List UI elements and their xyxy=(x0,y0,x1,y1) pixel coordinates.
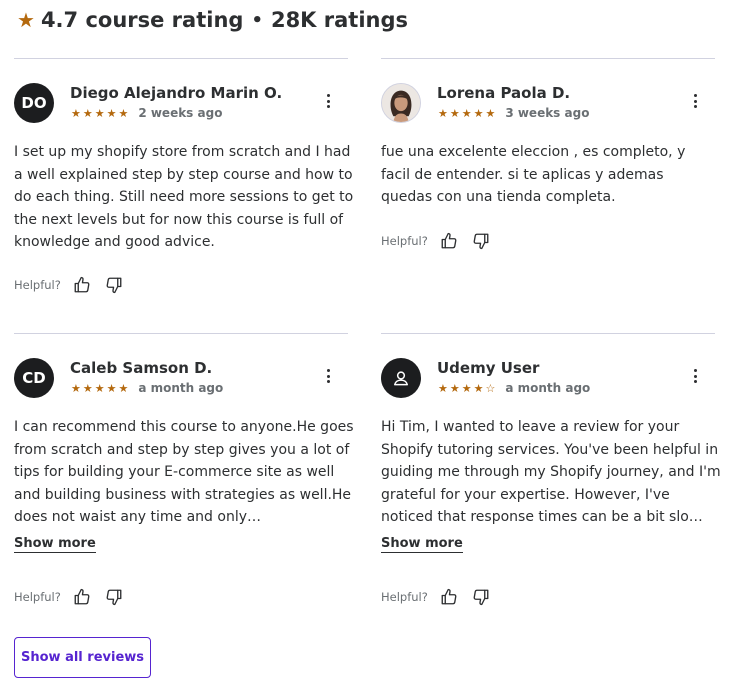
star-icon: ★ xyxy=(17,8,35,32)
avatar xyxy=(381,358,421,398)
helpful-label: Helpful? xyxy=(381,234,428,248)
more-options-icon[interactable] xyxy=(690,94,700,108)
thumbs-down-icon[interactable] xyxy=(103,586,125,608)
review-meta: ★★★★★ 3 weeks ago xyxy=(438,106,589,120)
star-rating: ★★★★★ xyxy=(438,106,498,120)
review-text: I set up my shopify store from scratch a… xyxy=(14,144,354,250)
thumbs-up-icon[interactable] xyxy=(438,230,460,252)
helpful-label: Helpful? xyxy=(14,590,61,604)
star-rating: ★★★★★ xyxy=(71,381,131,395)
divider xyxy=(14,58,348,59)
review-text: Hi Tim, I wanted to leave a review for y… xyxy=(381,419,721,525)
avatar xyxy=(381,83,421,123)
course-rating-header: ★ 4.7 course rating • 28K ratings xyxy=(17,6,408,34)
reviewer-name: Caleb Samson D. xyxy=(70,359,213,377)
reviewer-name: Diego Alejandro Marin O. xyxy=(70,84,283,102)
ratings-count: 28K ratings xyxy=(270,8,409,32)
review-card: Lorena Paola D. ★★★★★ 3 weeks ago fue un… xyxy=(381,58,715,308)
thumbs-down-icon[interactable] xyxy=(103,274,125,296)
show-more-link[interactable]: Show more xyxy=(14,536,96,553)
avatar: DO xyxy=(14,83,54,123)
review-card: CD Caleb Samson D. ★★★★★ a month ago I c… xyxy=(14,333,354,623)
show-more-link[interactable]: Show more xyxy=(381,536,463,553)
review-time: 3 weeks ago xyxy=(505,106,590,120)
review-meta: ★★★★☆ a month ago xyxy=(438,381,590,395)
review-time: a month ago xyxy=(138,381,224,395)
course-rating-value: 4.7 course rating xyxy=(40,8,244,32)
separator-dot: • xyxy=(251,9,263,31)
reviewer-name: Lorena Paola D. xyxy=(437,84,571,102)
review-text: I can recommend this course to anyone.He… xyxy=(14,419,354,525)
review-meta: ★★★★★ a month ago xyxy=(71,381,223,395)
avatar: CD xyxy=(14,358,54,398)
reviewer-name: Udemy User xyxy=(437,359,540,377)
more-options-icon[interactable] xyxy=(323,369,333,383)
review-meta: ★★★★★ 2 weeks ago xyxy=(71,106,222,120)
review-text: fue una excelente eleccion , es completo… xyxy=(381,144,686,205)
user-icon xyxy=(394,371,408,386)
thumbs-up-icon[interactable] xyxy=(71,586,93,608)
thumbs-down-icon[interactable] xyxy=(470,230,492,252)
show-all-reviews-button[interactable]: Show all reviews xyxy=(14,637,151,678)
divider xyxy=(381,58,715,59)
thumbs-down-icon[interactable] xyxy=(470,586,492,608)
helpful-row: Helpful? xyxy=(14,586,125,608)
profile-photo xyxy=(382,84,420,122)
more-options-icon[interactable] xyxy=(690,369,700,383)
helpful-row: Helpful? xyxy=(14,274,125,296)
star-rating: ★★★★★ xyxy=(71,106,131,120)
review-time: a month ago xyxy=(505,381,591,395)
star-rating: ★★★★☆ xyxy=(438,381,498,395)
review-card: DO Diego Alejandro Marin O. ★★★★★ 2 week… xyxy=(14,58,353,308)
helpful-label: Helpful? xyxy=(381,590,428,604)
review-time: 2 weeks ago xyxy=(138,106,223,120)
divider xyxy=(381,333,715,334)
thumbs-up-icon[interactable] xyxy=(438,586,460,608)
more-options-icon[interactable] xyxy=(323,94,333,108)
helpful-label: Helpful? xyxy=(14,278,61,292)
divider xyxy=(14,333,348,334)
helpful-row: Helpful? xyxy=(381,586,492,608)
review-card: Udemy User ★★★★☆ a month ago Hi Tim, I w… xyxy=(381,333,721,623)
helpful-row: Helpful? xyxy=(381,230,492,252)
thumbs-up-icon[interactable] xyxy=(71,274,93,296)
